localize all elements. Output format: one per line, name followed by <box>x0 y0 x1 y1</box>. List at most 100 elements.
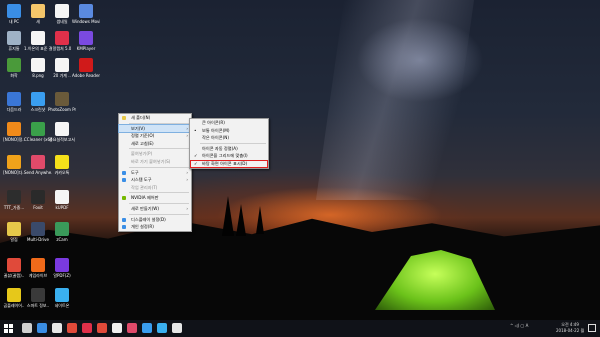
view-submenu-item[interactable]: 작은 아이콘(N) <box>190 134 268 142</box>
view-submenu-item[interactable]: 아이콘 자동 정렬(A) <box>190 145 268 153</box>
desktop-icon[interactable]: 중요실적보고서 <box>48 122 76 142</box>
file-icon <box>7 190 21 204</box>
view-submenu-item[interactable]: ✓ 바탕 화면 아이콘 표시(D) <box>190 159 268 168</box>
context-menu-item[interactable]: NVIDIA 제어판 <box>119 194 191 202</box>
honeyview-icon <box>7 258 21 272</box>
menu-item-icon <box>122 116 126 120</box>
desktop-icon-label: Windows Movie Maker <box>72 19 100 24</box>
context-menu-label: 새로 고침(E) <box>131 140 154 146</box>
daum-drive-icon <box>7 92 21 106</box>
checkmark-icon: ✓ <box>194 153 198 159</box>
menu-separator <box>129 202 189 204</box>
movie-maker-icon <box>79 4 93 18</box>
taskbar-app-icon[interactable] <box>67 323 77 333</box>
alpdf-icon <box>55 258 69 272</box>
context-menu-item: 바로 가기 붙여넣기(S) <box>119 158 191 166</box>
desktop-context-menu: 새 폴더(N) 보기(V) › 정렬 기준(O) › 새로 고침(E) 붙여넣기(P) 바로 … <box>118 113 192 232</box>
context-menu-item: 붙여넣기(P) <box>119 150 191 158</box>
desktop-icon[interactable]: 알PDF(Z) <box>48 258 76 278</box>
context-menu-label: 디스플레이 설정(D) <box>131 216 166 222</box>
alcapture-icon <box>55 31 69 45</box>
checkmark-icon: ✓ <box>194 160 198 166</box>
system-tray[interactable]: ^ ◁) ▢ A <box>510 323 528 328</box>
desktop-icon-label: KMPlayer <box>76 46 96 51</box>
context-menu-item[interactable]: 새로 만들기(W) › <box>119 205 191 213</box>
nateon-icon <box>55 288 69 302</box>
taskbar-app-icon[interactable] <box>172 323 182 333</box>
menu-separator <box>129 122 189 124</box>
menu-separator <box>200 142 266 144</box>
desktop-icon[interactable]: PhotoZoom Pro 7 <box>48 92 76 112</box>
desktop-icon-label: PhotoZoom Pro 7 <box>48 107 76 112</box>
view-submenu: 큰 아이콘(R) • 보통 아이콘(M) 작은 아이콘(N) 아이콘 자동 정렬(A) ✓… <box>189 118 269 169</box>
desktop-icon-label: zCam <box>56 237 68 242</box>
view-submenu-label: 작은 아이콘(N) <box>202 135 229 141</box>
desktop-icon[interactable]: Windows Movie Maker <box>72 4 100 24</box>
desktop-icon-label: 알PDF(Z) <box>53 273 71 278</box>
menu-separator <box>129 148 189 150</box>
taskbar-app-icon[interactable] <box>142 323 152 333</box>
chevron-right-icon: › <box>186 177 188 183</box>
notification-icon[interactable] <box>588 324 596 332</box>
desktop-icon[interactable]: kUPDF <box>48 190 76 210</box>
desktop-icon-label: Adobe Reader DC <box>72 73 100 78</box>
taskbar-app-icon[interactable] <box>112 323 122 333</box>
menu-item-icon <box>122 170 126 175</box>
menu-separator <box>129 213 189 215</box>
context-menu-item[interactable]: 새로 고침(E) <box>119 140 191 148</box>
game-icon <box>31 258 45 272</box>
taskbar-app-icon[interactable] <box>157 323 167 333</box>
menu-item-icon <box>122 196 126 201</box>
folder-icon <box>31 4 45 18</box>
chevron-right-icon: › <box>186 205 188 211</box>
context-menu-item[interactable]: 보기(V) › <box>118 123 192 134</box>
context-menu-item[interactable]: 디스플레이 설정(D) <box>119 216 191 224</box>
photozoom-icon <box>55 92 69 106</box>
document-icon <box>31 31 45 45</box>
desktop-icon[interactable]: KMPlayer <box>72 31 100 51</box>
context-menu-item: 작업 관리자(T) <box>119 184 191 192</box>
context-menu-label: 개인 설정(R) <box>131 224 154 230</box>
app-icon <box>7 155 21 169</box>
view-submenu-label: 아이콘 자동 정렬(A) <box>202 145 238 151</box>
desktop-icon-label: kUPDF <box>55 205 69 210</box>
desktop-icon[interactable]: zCam <box>48 222 76 242</box>
windows-start-icon[interactable] <box>4 324 13 333</box>
view-submenu-label: 보통 아이콘(M) <box>202 127 230 133</box>
chevron-right-icon: › <box>186 125 188 131</box>
kmplayer-icon <box>79 31 93 45</box>
alzip-icon <box>7 222 21 236</box>
context-menu-item[interactable]: 시스템 도구 › <box>119 176 191 184</box>
context-menu-label: 도구 <box>131 169 139 175</box>
context-menu-label: 바로 가기 붙여넣기(S) <box>131 158 171 164</box>
ccleaner-icon <box>31 122 45 136</box>
clock[interactable]: 오전 4:49 2018-04-22 월 <box>556 322 584 334</box>
context-menu-label: 보기(V) <box>131 125 145 131</box>
context-menu-label: 작업 관리자(T) <box>131 184 158 190</box>
view-submenu-item[interactable]: • 보통 아이콘(M) <box>190 127 268 135</box>
multi-drive-icon <box>31 222 45 236</box>
desktop-icon[interactable]: 네이트온 <box>48 288 76 308</box>
taskbar-app-icon[interactable] <box>127 323 137 333</box>
taskbar-app-icon[interactable] <box>22 323 32 333</box>
taskbar-app-icon[interactable] <box>82 323 92 333</box>
zcam-icon <box>55 222 69 236</box>
context-menu-item[interactable]: 개인 설정(R) <box>119 223 191 231</box>
context-menu-item[interactable]: 새 폴더(N) <box>119 114 191 122</box>
screenshot-icon <box>31 92 45 106</box>
bullet-icon: • <box>194 127 197 133</box>
view-submenu-item[interactable]: 큰 아이콘(R) <box>190 119 268 127</box>
context-menu-item[interactable]: 도구 › <box>119 169 191 177</box>
menu-item-icon <box>122 217 126 222</box>
taskbar-app-icon[interactable] <box>97 323 107 333</box>
taskbar-app-icon[interactable] <box>52 323 62 333</box>
context-menu-item[interactable]: 정렬 기준(O) › <box>119 132 191 140</box>
taskbar: ^ ◁) ▢ A 오전 4:49 2018-04-22 월 <box>0 320 600 337</box>
desktop-icon[interactable]: Adobe Reader DC <box>72 58 100 78</box>
context-menu-label: 붙여넣기(P) <box>131 151 153 157</box>
kakaotalk-icon <box>55 155 69 169</box>
view-submenu-item[interactable]: ✓ 아이콘을 그리드에 맞춤(I) <box>190 152 268 160</box>
menu-separator <box>129 192 189 194</box>
taskbar-app-icon[interactable] <box>37 323 47 333</box>
desktop-icon[interactable]: 카카오톡 <box>48 155 76 175</box>
